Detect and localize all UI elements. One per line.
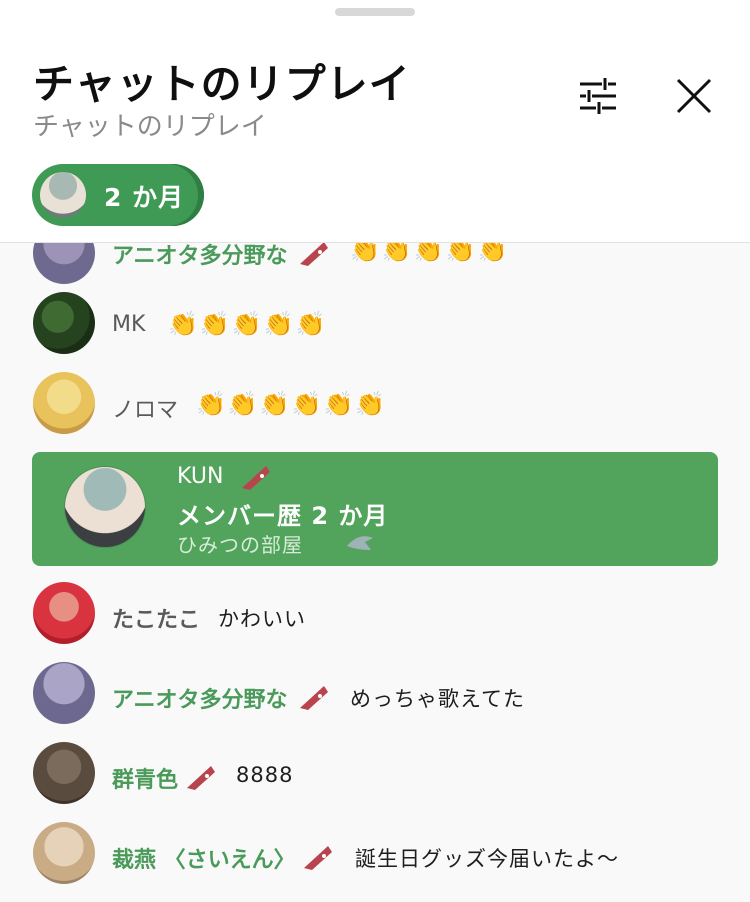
message-text: 8888 [236,763,294,787]
avatar [33,822,95,884]
author-name: アニオタ多分野な [112,688,288,713]
author-name: ノロマ [112,398,179,423]
avatar [33,372,95,434]
close-icon[interactable] [672,74,716,118]
avatar [33,582,95,644]
message-text: めっちゃ歌えてた [350,687,525,711]
list-item: たこたこ かわいい [0,582,750,662]
avatar [33,292,95,354]
list-item: 裁燕 〈さいえん〉 誕生日グッズ今届いたよ〜 [0,822,750,902]
avatar [33,662,95,724]
message-text: 👏👏👏👏👏 [168,310,328,338]
page-title: チャットのリプレイ [33,60,411,108]
list-item: アニオタ多分野な めっちゃ歌えてた [0,662,750,742]
membership-milestone-card[interactable]: KUN メンバー歴 2 か月 ひみつの部屋 [32,452,718,566]
replay-header: チャットのリプレイ チャットのリプレイ 2 か月 [0,0,750,243]
membership-chip[interactable]: 2 か月 [32,164,204,226]
author-name: 群青色 [112,768,179,793]
message-text: かわいい [218,607,306,631]
list-item: MK 👏👏👏👏👏 [0,292,750,372]
list-item: ノロマ 👏👏👏👏👏👏 [0,372,750,452]
member-badge-icon [304,846,332,870]
member-badge-icon [242,466,270,490]
avatar [33,742,95,804]
message-text: 誕生日グッズ今届いたよ〜 [355,847,619,871]
author-name: たこたこ [112,608,201,633]
tune-icon[interactable] [576,74,620,118]
shark-icon [347,536,373,550]
member-badge-icon [300,686,328,710]
avatar [40,172,86,218]
author-name: KUN [177,464,224,489]
avatar [64,466,146,548]
member-badge-icon [187,766,215,790]
chip-label: 2 か月 [104,183,185,212]
membership-subtitle: ひみつの部屋 [177,533,303,557]
list-item: 群青色 8888 [0,742,750,822]
message-text: 👏👏👏👏👏👏 [196,390,388,418]
author-name: MK [112,312,146,337]
author-name: 裁燕 〈さいえん〉 [112,848,296,873]
drag-handle[interactable] [335,8,415,16]
membership-title: メンバー歴 2 か月 [177,502,389,530]
page-subtitle: チャットのリプレイ [33,112,267,142]
